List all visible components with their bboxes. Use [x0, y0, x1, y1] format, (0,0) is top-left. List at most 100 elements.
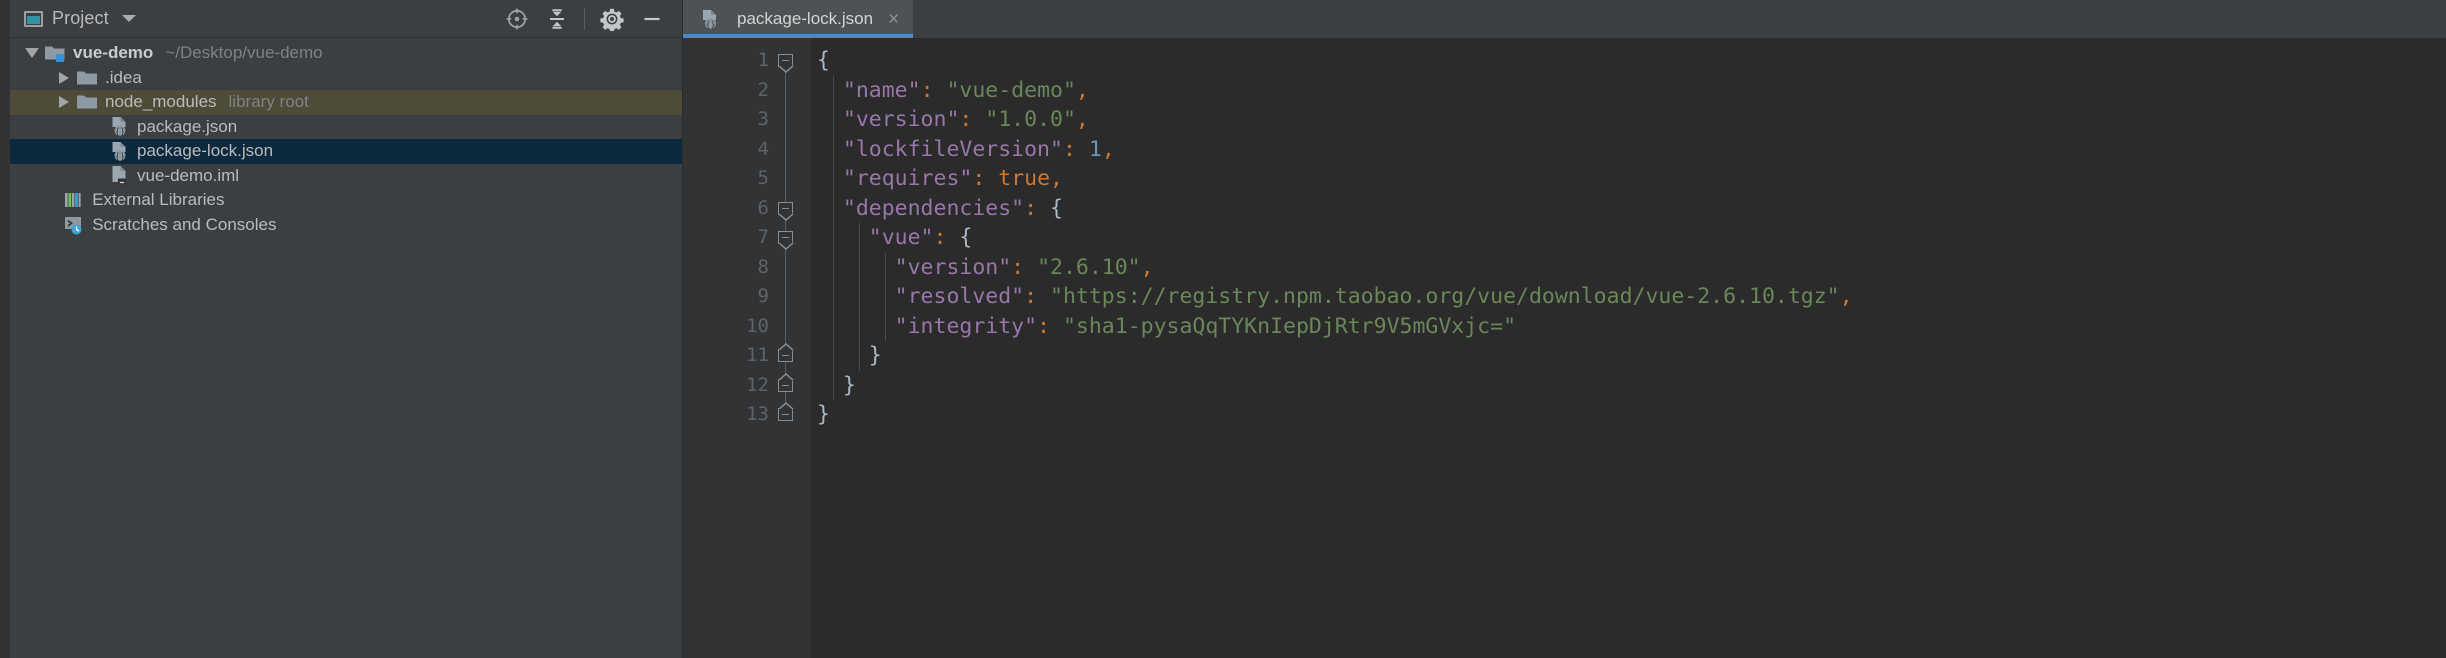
fold-minus-icon	[782, 414, 789, 416]
token-key: "lockfileVersion"	[842, 136, 1063, 162]
line-number: 5	[757, 167, 769, 189]
project-tree: vue-demo ~/Desktop/vue-demo .idea node_modu…	[10, 38, 682, 658]
tree-item-vue-demo-iml[interactable]: vue-demo.iml	[10, 164, 682, 189]
tab-package-lock-json[interactable]: {} package-lock.json ×	[683, 0, 914, 38]
token-punct: :	[959, 107, 973, 132]
project-panel-actions	[497, 2, 672, 36]
token-key: "vue"	[868, 225, 934, 250]
tree-item-label: vue-demo.iml	[137, 165, 240, 185]
code-line-6[interactable]: "dependencies": {	[811, 194, 2446, 224]
fold-close-marker[interactable]	[778, 402, 794, 422]
close-icon[interactable]: ×	[888, 10, 899, 29]
project-sidebar: Project vue-demo ~/Desktop/vue-demo .ide…	[10, 0, 683, 658]
tab-label: package-lock.json	[737, 9, 874, 28]
code-line-5[interactable]: "requires": true,	[811, 164, 2446, 194]
tree-item-package-json[interactable]: {} package.json	[10, 115, 682, 140]
project-panel-header: Project	[10, 0, 682, 38]
hide-icon[interactable]	[632, 2, 672, 36]
token-punct: ,	[1050, 166, 1063, 191]
code-line-2[interactable]: "name": "vue-demo",	[811, 76, 2446, 106]
code-line-7[interactable]: "vue": {	[811, 223, 2446, 253]
code-line-1[interactable]: {	[811, 46, 2446, 76]
token-str: "1.0.0"	[985, 107, 1076, 132]
token-punct: :	[1062, 136, 1076, 162]
code-line-13[interactable]: }	[811, 400, 2446, 430]
fold-open-marker[interactable]	[778, 201, 794, 221]
tree-item-scratches-and-consoles[interactable]: Scratches and Consoles	[10, 213, 682, 238]
fold-close-marker[interactable]	[778, 372, 794, 392]
tree-twisty-right-icon[interactable]	[52, 96, 76, 109]
line-number: 7	[757, 226, 769, 248]
tree-item-idea[interactable]: .idea	[10, 66, 682, 91]
project-panel-title-group[interactable]: Project	[24, 8, 136, 29]
code-editor[interactable]: 1 2 3 4 5 6 7 8 9 10 11 12 13 { "name": "vue-demo", …	[683, 38, 2446, 658]
token-punct: :	[1024, 195, 1038, 221]
tree-twisty-down-icon[interactable]	[20, 48, 44, 59]
module-folder-icon	[44, 43, 66, 63]
fold-open-marker[interactable]	[778, 231, 794, 251]
tree-item-package-lock-json[interactable]: {} package-lock.json	[10, 139, 682, 164]
line-number: 12	[746, 373, 769, 396]
token-key: "name"	[842, 77, 921, 103]
svg-text:{}: {}	[114, 151, 124, 161]
code-folding-column[interactable]	[775, 46, 811, 658]
code-line-10[interactable]: "integrity": "sha1-pysaQqTYKnIepDjRtr9V5…	[811, 312, 2446, 342]
libraries-icon	[63, 190, 85, 210]
editor-gutter[interactable]: 1 2 3 4 5 6 7 8 9 10 11 12 13	[683, 38, 811, 658]
tree-item-external-libraries[interactable]: External Libraries	[10, 188, 682, 213]
chevron-right-icon	[59, 96, 69, 109]
token-str: "https://registry.npm.taobao.org/vue/dow…	[1050, 284, 1840, 309]
tree-item-vue-demo[interactable]: vue-demo ~/Desktop/vue-demo	[10, 41, 682, 66]
code-line-8[interactable]: "version": "2.6.10",	[811, 253, 2446, 283]
scratches-icon	[63, 215, 85, 235]
code-line-11[interactable]: }	[811, 341, 2446, 371]
svg-text:{}: {}	[705, 19, 715, 29]
hide-icon-svg	[644, 17, 660, 20]
code-content[interactable]: { "name": "vue-demo", "version": "1.0.0"…	[811, 38, 2446, 658]
code-line-3[interactable]: "version": "1.0.0",	[811, 105, 2446, 135]
locate-icon[interactable]	[497, 2, 537, 36]
chevron-down-icon[interactable]	[121, 15, 136, 22]
token-key: "dependencies"	[842, 195, 1025, 221]
fold-open-marker[interactable]	[778, 54, 794, 74]
tree-item-label: External Libraries	[92, 190, 225, 210]
line-number: 1	[757, 49, 769, 71]
token-punct: ,	[1839, 284, 1853, 309]
tree-item-node-modules[interactable]: node_modules library root	[10, 90, 682, 115]
line-number-column: 1 2 3 4 5 6 7 8 9 10 11 12 13	[683, 38, 775, 430]
token-punct: ,	[1075, 77, 1089, 103]
code-line-12[interactable]: }	[811, 371, 2446, 401]
fold-minus-icon	[782, 207, 789, 209]
json-file-icon-svg: {}	[703, 9, 716, 29]
fold-close-marker[interactable]	[778, 343, 794, 363]
code-line-4[interactable]: "lockfileVersion": 1,	[811, 135, 2446, 165]
tree-twisty-right-icon[interactable]	[52, 71, 76, 84]
code-line-9[interactable]: "resolved": "https://registry.npm.taobao…	[811, 282, 2446, 312]
chevron-right-icon	[59, 71, 69, 84]
project-panel-title: Project	[52, 8, 109, 28]
collapse-all-icon[interactable]	[537, 2, 577, 36]
line-number: 10	[746, 314, 769, 337]
token-key: "version"	[842, 107, 960, 132]
gear-icon[interactable]	[592, 2, 632, 36]
line-number: 3	[757, 108, 769, 130]
token-punct: :	[920, 77, 934, 103]
fold-minus-icon	[782, 355, 789, 357]
token-punct: :	[1024, 284, 1038, 309]
